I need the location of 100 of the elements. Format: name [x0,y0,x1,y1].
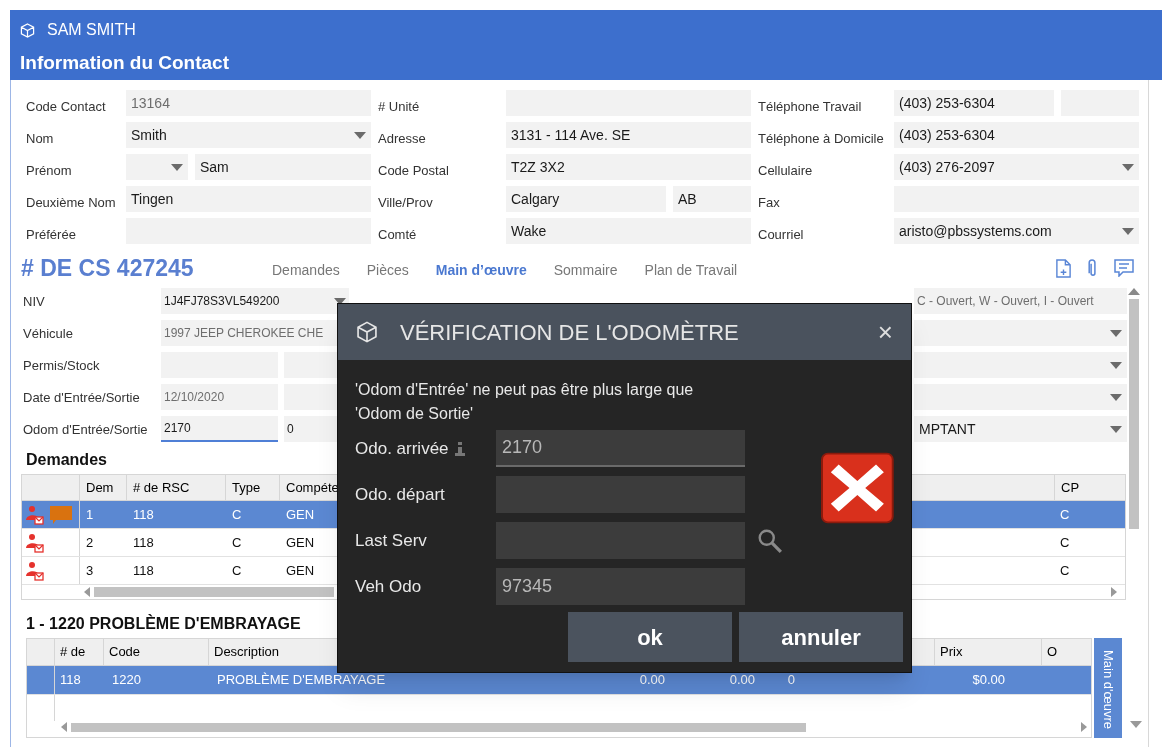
input-field[interactable]: Tingen [126,186,371,212]
input-field[interactable] [914,320,1127,346]
scroll-up-icon[interactable] [1128,288,1140,295]
table-cell-text: PROBLÈME D'EMBRAYAGE [216,671,387,690]
column-header[interactable]: Dem [80,475,127,500]
column-header[interactable]: Code [104,639,209,665]
tab[interactable]: Pièces [366,259,409,281]
input-field[interactable]: 0 [284,416,337,442]
paperclip-icon[interactable] [1088,258,1098,278]
table-cell-text: 118 [132,561,155,580]
input-field[interactable] [284,384,337,410]
input-field[interactable]: (403) 253-6304 [894,122,1139,148]
section-title: Demandes [26,450,107,470]
row-header-cell[interactable] [22,501,80,528]
scrollbar-thumb[interactable] [94,587,334,597]
input-field[interactable]: MPTANT [914,416,1127,442]
scroll-right-icon[interactable] [1081,722,1087,732]
scroll-left-icon[interactable] [61,722,67,732]
input-field[interactable]: AB [673,186,751,212]
field-label: Cellulaire [758,162,813,180]
field-label: Code Postal [378,162,449,180]
row-header-cell[interactable] [27,666,55,694]
field-label: NIV [23,294,45,309]
scrollbar-thumb[interactable] [71,722,806,732]
field-label: Adresse [378,130,426,148]
column-header[interactable]: # de RSC [127,475,226,500]
table-cell-text: GEN [285,561,316,580]
field-label: # Unité [378,98,420,116]
scrollbar-thumb[interactable] [1129,299,1139,529]
field-label: Deuxième Nom [26,194,116,212]
tab[interactable]: Sommaire [553,259,618,281]
scroll-down-icon[interactable] [1130,721,1142,728]
tab[interactable]: Plan de Travail [644,259,738,281]
person-mail-icon [24,532,44,553]
input-field[interactable]: 1J4FJ78S3VL549200 [161,288,349,314]
input-field[interactable]: Calgary [506,186,666,212]
table-cell-text: GEN [285,505,316,524]
field-label: Last Serv [355,529,427,552]
person-mail-icon [24,504,44,525]
tab[interactable]: Main d’œuvre [435,259,527,281]
input-field[interactable]: 2170 [496,430,745,467]
column-header[interactable]: Type [226,475,280,500]
input-field[interactable]: Sam [195,154,371,180]
input-field[interactable]: (403) 276-2097 [894,154,1139,180]
field-label: Prénom [26,162,72,180]
input-field[interactable] [126,154,188,180]
dialog-button[interactable]: ok [568,612,732,662]
window-title: SAM SMITH [47,20,136,40]
caret-icon [354,131,366,139]
input-field[interactable]: 3131 - 114 Ave. SE [506,122,751,148]
input-field[interactable]: 2170 [161,416,278,442]
tab[interactable]: Demandes [272,259,340,281]
table-cell-text: 118 [132,533,155,552]
field-label: Comté [378,226,417,244]
dialog-button[interactable]: annuler [739,612,903,662]
table-cell-text: 0.00 [728,671,755,690]
side-tab[interactable]: Main d'œuvre [1094,638,1122,738]
info-icon [454,441,465,456]
person-mail-icon [24,560,44,581]
search-icon[interactable] [757,527,783,554]
input-field[interactable] [914,384,1127,410]
section-title: 1 - 1220 PROBLÈME D'EMBRAYAGE [26,613,301,634]
input-field[interactable]: Smith [126,122,371,148]
table-cell-text: 2 [85,533,95,552]
input-field[interactable]: Wake [506,218,751,244]
input-field[interactable]: T2Z 3X2 [506,154,751,180]
column-header[interactable]: Prix [935,639,1042,665]
cube-icon [20,22,35,38]
field-label: Date d'Entrée/Sortie [23,390,140,405]
field-label: Odo. départ [355,483,445,506]
cube-icon [356,321,378,343]
table-cell-text: 0 [786,671,795,690]
scroll-right-icon[interactable] [1111,587,1117,597]
input-field[interactable]: (403) 253-6304 [894,90,1054,116]
field-label: Odom d'Entrée/Sortie [23,422,148,437]
input-field[interactable]: 1997 JEEP CHEROKEE CHE [161,320,337,346]
table-cell-text: C [1059,561,1071,580]
dialog-title: VÉRIFICATION DE L'ODOMÈTRE [400,318,739,347]
table-cell-text: $0.00 [971,671,1006,690]
comment-icon[interactable] [1114,259,1134,277]
table-cell-text: GEN [285,533,316,552]
column-header[interactable]: # de [55,639,104,665]
input-field[interactable]: 12/10/2020 [161,384,278,410]
input-field[interactable]: 97345 [496,568,745,605]
close-button[interactable]: × [877,319,893,345]
input-field[interactable]: 13164 [126,90,371,116]
field-label: Permis/Stock [23,358,100,373]
field-label: Téléphone Travail [758,98,862,116]
column-header[interactable]: O [1042,639,1091,665]
input-field[interactable]: C - Ouvert, W - Ouvert, I - Ouvert [914,288,1127,314]
caret-icon [1122,163,1134,171]
scroll-left-icon[interactable] [84,587,90,597]
input-field[interactable]: aristo@pbssystems.com [894,218,1139,244]
field-label: Code Contact [26,98,106,116]
input-field[interactable] [284,352,337,378]
table-cell-text: C [231,561,243,580]
column-header[interactable]: CP [1054,475,1125,500]
input-field[interactable] [914,352,1127,378]
table-cell-text: 1 [85,505,95,524]
new-document-icon[interactable] [1055,258,1072,278]
